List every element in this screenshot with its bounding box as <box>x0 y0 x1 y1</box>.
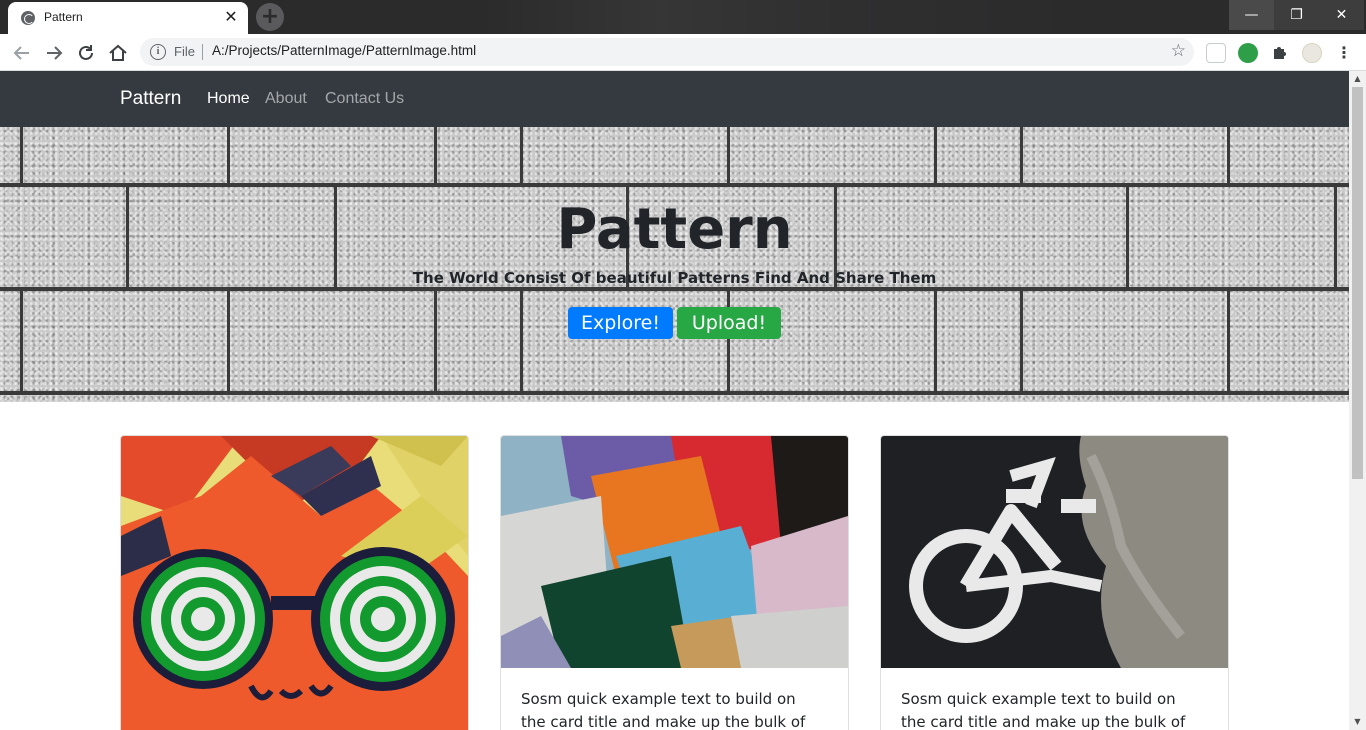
address-bar[interactable]: i File A:/Projects/PatternImage/PatternI… <box>140 38 1194 66</box>
card <box>120 435 469 730</box>
upload-button[interactable]: Upload! <box>677 307 781 339</box>
hero-title: Pattern <box>556 197 793 262</box>
tab-close-button[interactable]: ✕ <box>222 8 240 26</box>
site-navbar: Pattern Home About Contact Us <box>0 71 1349 127</box>
scroll-down-arrow[interactable]: ▼ <box>1349 714 1366 730</box>
back-icon[interactable] <box>10 41 34 65</box>
profile-avatar-icon[interactable] <box>1302 43 1322 63</box>
brick-mortar <box>0 391 1349 395</box>
close-window-button[interactable]: ✕ <box>1319 0 1364 30</box>
brick-mortar <box>0 183 1349 187</box>
page-scrollbar[interactable]: ▲ ▼ <box>1349 71 1366 730</box>
card-image-graffiti <box>121 436 468 730</box>
restore-button[interactable]: ❐ <box>1274 0 1319 30</box>
new-tab-button[interactable]: + <box>256 3 284 31</box>
navbar-brand[interactable]: Pattern <box>120 88 181 110</box>
tabstrip-background <box>480 0 1080 34</box>
scheme-label: File <box>174 44 195 59</box>
page-viewport: Pattern Home About Contact Us Pattern Th… <box>0 71 1349 730</box>
card-text: Sosm quick example text to build on the … <box>521 690 806 730</box>
nav-link-about[interactable]: About <box>265 90 307 108</box>
url-text[interactable]: A:/Projects/PatternImage/PatternImage.ht… <box>212 43 476 58</box>
browser-tab-strip: Pattern ✕ + — ❐ ✕ <box>0 0 1366 34</box>
hero-jumbotron: Pattern The World Consist Of beautiful P… <box>0 127 1349 402</box>
card: Sosm quick example text to build on the … <box>500 435 849 730</box>
hero-subtitle: The World Consist Of beautiful Patterns … <box>412 269 937 287</box>
home-icon[interactable] <box>106 41 130 65</box>
card-text: Sosm quick example text to build on the … <box>901 690 1186 730</box>
browser-toolbar: i File A:/Projects/PatternImage/PatternI… <box>0 34 1366 71</box>
nav-link-contact[interactable]: Contact Us <box>325 90 404 108</box>
info-icon[interactable]: i <box>150 44 166 60</box>
minimize-button[interactable]: — <box>1229 0 1274 30</box>
card-image-bike-lane <box>881 436 1228 668</box>
brick-mortar <box>0 287 1349 291</box>
browser-tab[interactable]: Pattern ✕ <box>8 2 248 34</box>
menu-icon[interactable]: ⋮ <box>1334 43 1354 63</box>
forward-icon[interactable] <box>42 41 66 65</box>
scroll-up-arrow[interactable]: ▲ <box>1349 71 1366 87</box>
card-image-paper-squares <box>501 436 848 668</box>
scroll-thumb[interactable] <box>1352 87 1363 479</box>
puzzle-icon[interactable] <box>1270 43 1290 63</box>
card: Sosm quick example text to build on the … <box>880 435 1229 730</box>
explore-button[interactable]: Explore! <box>568 307 673 339</box>
tab-title: Pattern <box>44 10 83 24</box>
globe-icon <box>21 11 35 25</box>
shield-extension-icon[interactable] <box>1238 43 1258 63</box>
nav-link-home[interactable]: Home <box>207 90 250 108</box>
extension-icon[interactable] <box>1206 43 1226 63</box>
reload-icon[interactable] <box>74 41 98 65</box>
address-separator <box>202 44 203 60</box>
star-icon[interactable]: ☆ <box>1171 41 1186 61</box>
